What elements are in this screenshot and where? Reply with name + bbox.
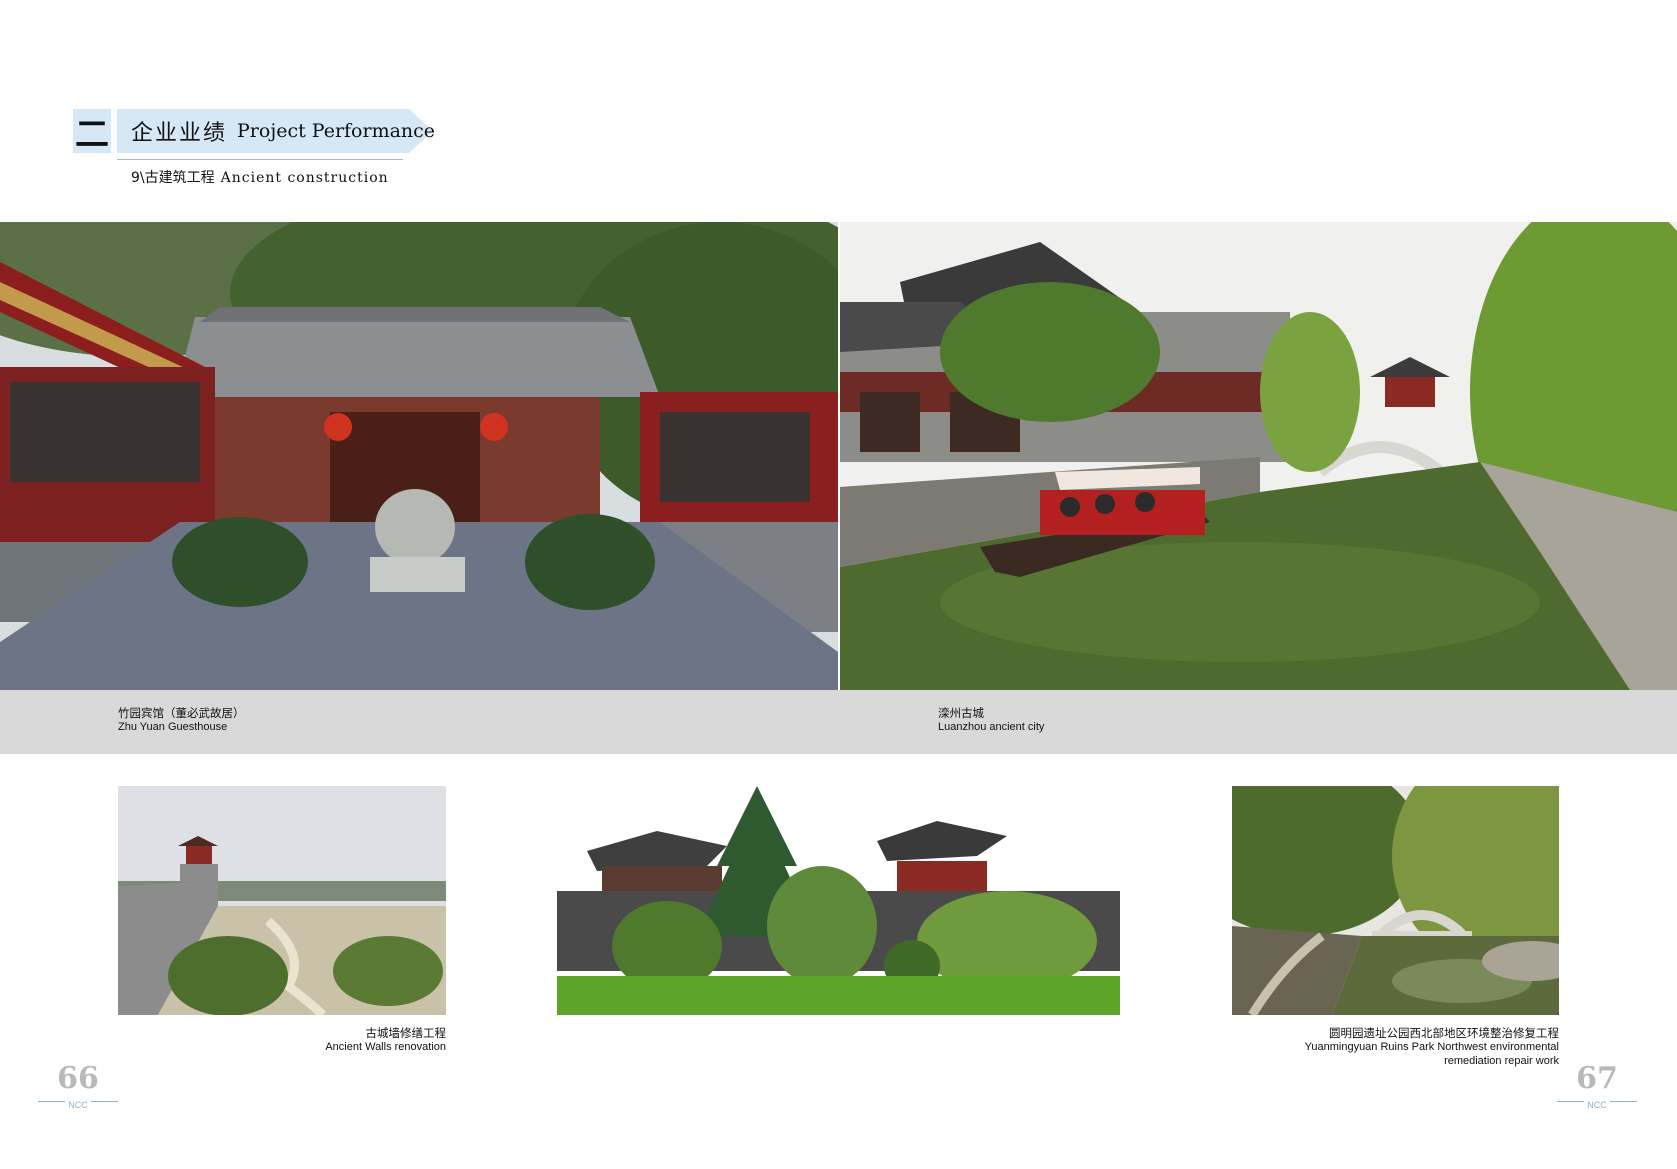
page-number-left-value: 66 bbox=[57, 1061, 99, 1096]
courtyard-house-photo bbox=[0, 222, 838, 690]
page-number-right: 67 NCC bbox=[1557, 1061, 1637, 1110]
arch-bridge-photo bbox=[1232, 786, 1559, 1015]
caption-yuanmingyuan-cn: 圆明园遗址公园西北部地区环境整治修复工程 bbox=[1329, 1026, 1559, 1040]
section-title: 企业业绩 Project Performance bbox=[131, 113, 435, 149]
caption-yuanmingyuan-en-1: Yuanmingyuan Ruins Park Northwest enviro… bbox=[1304, 1041, 1559, 1053]
caption-luanzhou-cn: 滦州古城 bbox=[938, 706, 984, 720]
city-wall-photo bbox=[118, 786, 446, 1015]
caption-luanzhou-en: Luanzhou ancient city bbox=[938, 721, 1045, 733]
caption-zhuyuan-cn: 竹园宾馆（董必武故居） bbox=[118, 706, 245, 720]
caption-yuanmingyuan: 圆明园遗址公园西北部地区环境整治修复工程 Yuanmingyuan Ruins … bbox=[1232, 1026, 1559, 1068]
caption-city-wall-en: Ancient Walls renovation bbox=[325, 1041, 446, 1053]
caption-band bbox=[0, 690, 1677, 754]
caption-city-wall: 古城墙修缮工程 Ancient Walls renovation bbox=[118, 1026, 446, 1054]
section-title-en: Project Performance bbox=[237, 120, 436, 142]
section-number: 二 bbox=[73, 109, 111, 155]
caption-yuanmingyuan-en-2: remediation repair work bbox=[1444, 1055, 1559, 1067]
page-number-right-value: 67 bbox=[1576, 1061, 1618, 1096]
subsection-title-en: Ancient construction bbox=[220, 170, 389, 186]
page-tag-left: NCC bbox=[38, 1095, 118, 1110]
pavilion-garden-photo bbox=[557, 786, 1120, 1015]
subsection-title: 9\古建筑工程 Ancient construction bbox=[131, 167, 389, 187]
subsection-title-cn: 9\古建筑工程 bbox=[131, 170, 215, 186]
page-tag-left-text: NCC bbox=[65, 1100, 91, 1110]
caption-city-wall-cn: 古城墙修缮工程 bbox=[365, 1026, 447, 1040]
page-number-left: 66 NCC bbox=[38, 1061, 118, 1110]
caption-zhuyuan: 竹园宾馆（董必武故居） Zhu Yuan Guesthouse bbox=[118, 706, 245, 734]
canal-town-photo bbox=[840, 222, 1677, 690]
caption-luanzhou: 滦州古城 Luanzhou ancient city bbox=[938, 706, 1044, 734]
header-rule bbox=[117, 159, 403, 160]
page-tag-right: NCC bbox=[1557, 1095, 1637, 1110]
caption-zhuyuan-en: Zhu Yuan Guesthouse bbox=[118, 721, 228, 733]
page-tag-right-text: NCC bbox=[1584, 1100, 1610, 1110]
section-title-cn: 企业业绩 bbox=[131, 121, 228, 146]
